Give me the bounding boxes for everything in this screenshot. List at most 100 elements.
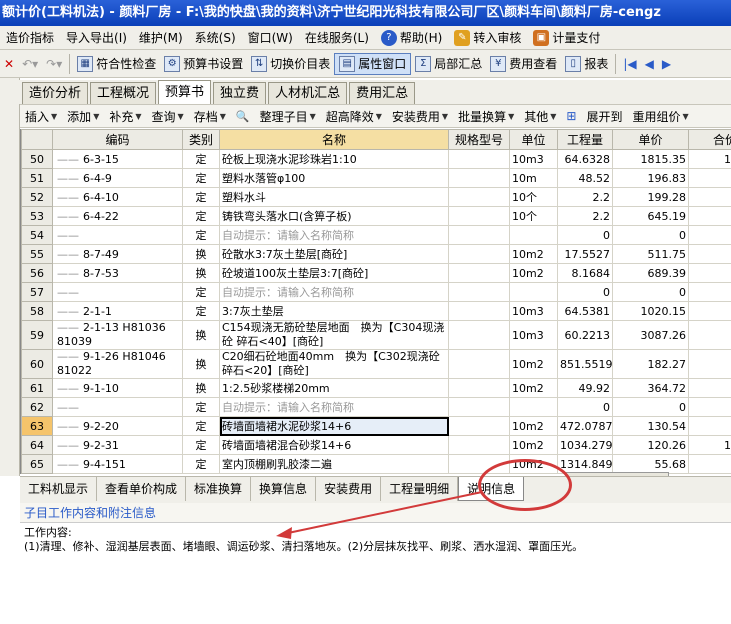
cell-unit-price[interactable]: 199.28 [612, 187, 689, 207]
cell-code[interactable]: —— [52, 282, 183, 302]
cell-quantity[interactable]: 0 [557, 397, 613, 417]
cell-unit[interactable]: 10m2 [509, 435, 558, 455]
cell-total[interactable]: 6162 [688, 416, 731, 436]
column-header-name[interactable]: 名称 [219, 129, 449, 150]
table-row[interactable]: 57 —— 定 自动提示：请输入名称简称 0 0 [21, 282, 731, 302]
cell-quantity[interactable]: 2.2 [557, 187, 613, 207]
cell-total[interactable]: 11733 [688, 149, 731, 169]
column-header-total[interactable]: 合价 [688, 129, 731, 150]
cell-spec[interactable] [448, 244, 510, 264]
tab-cost-summary[interactable]: 费用汇总 [349, 82, 416, 104]
cell-name[interactable]: 塑料水落管φ100 [219, 168, 449, 188]
cell-unit-price[interactable]: 182.27 [612, 349, 689, 379]
organize-items-button[interactable]: 整理子目 ▼ [255, 108, 321, 125]
cell-type[interactable]: 定 [182, 454, 220, 474]
cell-name[interactable]: 砖墙面墙裙混合砂浆14+6 [219, 435, 449, 455]
cell-quantity[interactable]: 2.2 [557, 206, 613, 226]
close-icon[interactable]: ✕ [0, 53, 18, 75]
cell-unit-price[interactable]: 0 [612, 282, 689, 302]
find-icon[interactable]: 🔍 [231, 110, 255, 123]
cell-type[interactable]: 定 [182, 187, 220, 207]
column-header-spec[interactable]: 规格型号 [448, 129, 510, 150]
cell-total[interactable]: 1552 [688, 349, 731, 379]
row-number[interactable]: 58 [21, 301, 53, 321]
cell-type[interactable]: 定 [182, 282, 220, 302]
cell-name[interactable]: 砼板上现浇水泥珍珠岩1:10 [219, 149, 449, 169]
cell-type[interactable]: 定 [182, 149, 220, 169]
menu-maintain[interactable]: 维护(M) [133, 28, 189, 48]
height-reduction-button[interactable]: 超高降效 ▼ [321, 108, 387, 125]
cell-unit[interactable] [509, 282, 558, 302]
property-window-button[interactable]: ▤ 属性窗口 [334, 52, 412, 75]
cell-total[interactable]: 6583 [688, 301, 731, 321]
next-page-icon[interactable]: ▶ [658, 53, 675, 75]
table-row[interactable]: 64 —— 9-2-31 定 砖墙面墙裙混合砂浆14+6 10m2 1034.279 120.… [21, 435, 731, 455]
cell-spec[interactable] [448, 149, 510, 169]
cell-quantity[interactable]: 17.5527 [557, 244, 613, 264]
view-costs-button[interactable]: ¥ 费用查看 [486, 53, 561, 75]
cell-quantity[interactable]: 48.52 [557, 168, 613, 188]
tab-labor-material-summary[interactable]: 人材机汇总 [268, 82, 348, 104]
insert-menu[interactable]: 插入 ▼ [20, 108, 62, 125]
column-header-code[interactable]: 编码 [52, 129, 183, 150]
table-row[interactable]: 54 —— 定 自动提示：请输入名称简称 0 0 [21, 225, 731, 245]
cell-type[interactable]: 换 [182, 378, 220, 398]
table-row[interactable]: 50 —— 6-3-15 定 砼板上现浇水泥珍珠岩1:10 10m3 64.6328 1815… [21, 149, 731, 169]
cell-code[interactable]: —— 6-3-15 [52, 149, 183, 169]
cell-quantity[interactable]: 472.0787 [557, 416, 613, 436]
tab-labor-material-display[interactable]: 工料机显示 [20, 477, 98, 501]
menu-import-export[interactable]: 导入导出(I) [60, 28, 133, 48]
cell-unit[interactable]: 10个 [509, 206, 558, 226]
menu-window[interactable]: 窗口(W) [242, 28, 299, 48]
cell-unit[interactable]: 10m2 [509, 244, 558, 264]
cell-spec[interactable] [448, 435, 510, 455]
cell-type[interactable]: 换 [182, 263, 220, 283]
row-number[interactable]: 54 [21, 225, 53, 245]
cell-code[interactable]: —— 9-2-20 [52, 416, 183, 436]
cell-spec[interactable] [448, 301, 510, 321]
row-number[interactable]: 62 [21, 397, 53, 417]
row-number[interactable]: 56 [21, 263, 53, 283]
table-row[interactable]: 63 —— 9-2-20 定 砖墙面墙裙水泥砂浆14+6 10m2 472.0787 130.… [21, 416, 731, 436]
table-row[interactable]: 61 —— 9-1-10 换 1:2.5砂浆楼梯20mm 10m2 49.92 364.721… [21, 378, 731, 398]
install-fees-button[interactable]: 安装费用 ▼ [387, 108, 453, 125]
cell-type[interactable]: 定 [182, 397, 220, 417]
cell-unit-price[interactable]: 120.26 [612, 435, 689, 455]
row-number[interactable]: 63 [21, 416, 53, 436]
cell-spec[interactable] [448, 397, 510, 417]
cell-code[interactable]: —— 2-1-13 H81036 81039 [52, 320, 183, 350]
cell-unit-price[interactable]: 0 [612, 225, 689, 245]
tab-quantity-details[interactable]: 工程量明细 [381, 477, 459, 501]
cell-unit-price[interactable]: 55.68 [612, 454, 689, 474]
other-menu[interactable]: 其他 ▼ [519, 108, 561, 125]
cell-code[interactable]: —— 9-1-26 H81046 81022 [52, 349, 183, 379]
tab-project-overview[interactable]: 工程概况 [90, 82, 157, 104]
cell-type[interactable]: 换 [182, 349, 220, 379]
compliance-check-button[interactable]: ▦ 符合性检查 [73, 53, 160, 75]
cell-quantity[interactable]: 851.5519 [557, 349, 613, 379]
menu-transfer-audit[interactable]: ✎ 转入审核 [448, 28, 527, 48]
partial-summary-button[interactable]: Σ 局部汇总 [411, 53, 486, 75]
row-number[interactable]: 55 [21, 244, 53, 264]
column-header-type[interactable]: 类别 [182, 129, 220, 150]
table-row[interactable]: 65 —— 9-4-151 定 室内顶棚刷乳胶漆二遍 10m2 1314.849 55.687… [21, 454, 731, 474]
supplement-menu[interactable]: 补充 ▼ [104, 108, 146, 125]
tab-independent-fees[interactable]: 独立费 [213, 82, 267, 104]
add-menu[interactable]: 添加 ▼ [62, 108, 104, 125]
cell-name[interactable]: 自动提示：请输入名称简称 [219, 282, 449, 302]
cell-unit[interactable]: 10m2 [509, 454, 558, 474]
cell-total[interactable] [688, 397, 731, 417]
cell-unit[interactable]: 10m3 [509, 149, 558, 169]
cell-unit[interactable]: 10m3 [509, 301, 558, 321]
report-button[interactable]: ▯ 报表 [561, 53, 612, 75]
cell-unit-price[interactable]: 130.54 [612, 416, 689, 436]
cell-spec[interactable] [448, 416, 510, 436]
cell-type[interactable]: 定 [182, 206, 220, 226]
cell-type[interactable]: 定 [182, 416, 220, 436]
row-number[interactable]: 53 [21, 206, 53, 226]
row-number[interactable]: 51 [21, 168, 53, 188]
cell-name[interactable]: 砖墙面墙裙水泥砂浆14+6 [219, 416, 449, 436]
cell-unit-price[interactable]: 1815.35 [612, 149, 689, 169]
cell-unit[interactable]: 10m2 [509, 416, 558, 436]
cell-spec[interactable] [448, 187, 510, 207]
